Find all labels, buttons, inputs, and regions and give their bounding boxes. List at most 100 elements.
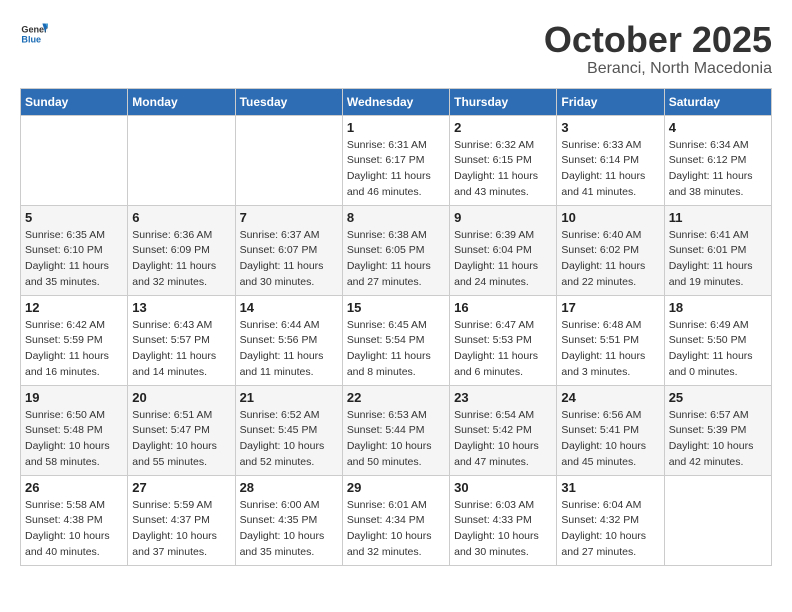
weekday-header-thursday: Thursday bbox=[450, 88, 557, 115]
day-number: 13 bbox=[132, 300, 230, 315]
calendar-cell: 28 Sunrise: 6:00 AMSunset: 4:35 PMDayligh… bbox=[235, 475, 342, 565]
day-info: Sunrise: 6:00 AMSunset: 4:35 PMDaylight:… bbox=[240, 498, 338, 561]
day-number: 24 bbox=[561, 390, 659, 405]
day-info: Sunrise: 6:50 AMSunset: 5:48 PMDaylight:… bbox=[25, 408, 123, 471]
main-title: October 2025 bbox=[544, 20, 772, 60]
day-info: Sunrise: 6:49 AMSunset: 5:50 PMDaylight:… bbox=[669, 318, 767, 381]
page-header: General Blue October 2025 Beranci, North… bbox=[20, 20, 772, 78]
day-number: 10 bbox=[561, 210, 659, 225]
calendar-cell: 9Sunrise: 6:39 AMSunset: 6:04 PMDaylight… bbox=[450, 205, 557, 295]
day-info: Sunrise: 6:57 AMSunset: 5:39 PMDaylight:… bbox=[669, 408, 767, 471]
day-number: 1 bbox=[347, 120, 445, 135]
week-row-1: 1Sunrise: 6:31 AMSunset: 6:17 PMDaylight… bbox=[21, 115, 772, 205]
day-info: Sunrise: 6:44 AMSunset: 5:56 PMDaylight:… bbox=[240, 318, 338, 381]
calendar-cell: 27Sunrise: 5:59 AMSunset: 4:37 PMDayligh… bbox=[128, 475, 235, 565]
subtitle: Beranci, North Macedonia bbox=[544, 60, 772, 78]
calendar-cell: 15 Sunrise: 6:45 AMSunset: 5:54 PMDayligh… bbox=[342, 295, 449, 385]
day-info: Sunrise: 5:59 AMSunset: 4:37 PMDaylight:… bbox=[132, 498, 230, 561]
logo-icon: General Blue bbox=[20, 20, 48, 48]
calendar-cell: 19 Sunrise: 6:50 AMSunset: 5:48 PMDayligh… bbox=[21, 385, 128, 475]
calendar-cell: 31 Sunrise: 6:04 AMSunset: 4:32 PMDayligh… bbox=[557, 475, 664, 565]
day-info: Sunrise: 6:33 AMSunset: 6:14 PMDaylight:… bbox=[561, 138, 659, 201]
calendar-cell: 22 Sunrise: 6:53 AMSunset: 5:44 PMDayligh… bbox=[342, 385, 449, 475]
day-number: 16 bbox=[454, 300, 552, 315]
calendar-cell: 8 Sunrise: 6:38 AMSunset: 6:05 PMDaylight… bbox=[342, 205, 449, 295]
day-info: Sunrise: 6:36 AMSunset: 6:09 PMDaylight:… bbox=[132, 228, 230, 291]
day-number: 8 bbox=[347, 210, 445, 225]
day-info: Sunrise: 6:48 AMSunset: 5:51 PMDaylight:… bbox=[561, 318, 659, 381]
calendar-cell: 1Sunrise: 6:31 AMSunset: 6:17 PMDaylight… bbox=[342, 115, 449, 205]
calendar-cell: 6 Sunrise: 6:36 AMSunset: 6:09 PMDaylight… bbox=[128, 205, 235, 295]
weekday-header-saturday: Saturday bbox=[664, 88, 771, 115]
day-number: 18 bbox=[669, 300, 767, 315]
day-number: 3 bbox=[561, 120, 659, 135]
day-number: 28 bbox=[240, 480, 338, 495]
week-row-5: 26 Sunrise: 5:58 AMSunset: 4:38 PMDayligh… bbox=[21, 475, 772, 565]
day-number: 26 bbox=[25, 480, 123, 495]
calendar-cell: 18 Sunrise: 6:49 AMSunset: 5:50 PMDayligh… bbox=[664, 295, 771, 385]
day-info: Sunrise: 6:41 AMSunset: 6:01 PMDaylight:… bbox=[669, 228, 767, 291]
calendar-cell: 13Sunrise: 6:43 AMSunset: 5:57 PMDayligh… bbox=[128, 295, 235, 385]
day-number: 6 bbox=[132, 210, 230, 225]
day-number: 4 bbox=[669, 120, 767, 135]
calendar-cell: 2 Sunrise: 6:32 AMSunset: 6:15 PMDaylight… bbox=[450, 115, 557, 205]
day-number: 19 bbox=[25, 390, 123, 405]
day-info: Sunrise: 6:54 AMSunset: 5:42 PMDaylight:… bbox=[454, 408, 552, 471]
day-info: Sunrise: 6:03 AMSunset: 4:33 PMDaylight:… bbox=[454, 498, 552, 561]
calendar-cell: 23 Sunrise: 6:54 AMSunset: 5:42 PMDayligh… bbox=[450, 385, 557, 475]
day-info: Sunrise: 6:34 AMSunset: 6:12 PMDaylight:… bbox=[669, 138, 767, 201]
weekday-header-monday: Monday bbox=[128, 88, 235, 115]
day-info: Sunrise: 6:37 AMSunset: 6:07 PMDaylight:… bbox=[240, 228, 338, 291]
day-number: 20 bbox=[132, 390, 230, 405]
day-info: Sunrise: 6:32 AMSunset: 6:15 PMDaylight:… bbox=[454, 138, 552, 201]
calendar-table: SundayMondayTuesdayWednesdayThursdayFrid… bbox=[20, 88, 772, 566]
weekday-header-wednesday: Wednesday bbox=[342, 88, 449, 115]
calendar-cell: 26 Sunrise: 5:58 AMSunset: 4:38 PMDayligh… bbox=[21, 475, 128, 565]
day-info: Sunrise: 6:56 AMSunset: 5:41 PMDaylight:… bbox=[561, 408, 659, 471]
day-info: Sunrise: 6:51 AMSunset: 5:47 PMDaylight:… bbox=[132, 408, 230, 471]
week-row-4: 19 Sunrise: 6:50 AMSunset: 5:48 PMDayligh… bbox=[21, 385, 772, 475]
calendar-cell: 20 Sunrise: 6:51 AMSunset: 5:47 PMDayligh… bbox=[128, 385, 235, 475]
calendar-cell: 16 Sunrise: 6:47 AMSunset: 5:53 PMDayligh… bbox=[450, 295, 557, 385]
calendar-cell: 3 Sunrise: 6:33 AMSunset: 6:14 PMDaylight… bbox=[557, 115, 664, 205]
day-number: 23 bbox=[454, 390, 552, 405]
weekday-header-friday: Friday bbox=[557, 88, 664, 115]
day-number: 15 bbox=[347, 300, 445, 315]
calendar-cell: 21 Sunrise: 6:52 AMSunset: 5:45 PMDayligh… bbox=[235, 385, 342, 475]
day-number: 2 bbox=[454, 120, 552, 135]
week-row-3: 12Sunrise: 6:42 AMSunset: 5:59 PMDayligh… bbox=[21, 295, 772, 385]
calendar-cell: 11Sunrise: 6:41 AMSunset: 6:01 PMDayligh… bbox=[664, 205, 771, 295]
day-info: Sunrise: 6:40 AMSunset: 6:02 PMDaylight:… bbox=[561, 228, 659, 291]
calendar-cell bbox=[21, 115, 128, 205]
weekday-header-sunday: Sunday bbox=[21, 88, 128, 115]
day-number: 31 bbox=[561, 480, 659, 495]
calendar-cell: 7 Sunrise: 6:37 AMSunset: 6:07 PMDaylight… bbox=[235, 205, 342, 295]
calendar-cell: 17Sunrise: 6:48 AMSunset: 5:51 PMDayligh… bbox=[557, 295, 664, 385]
day-number: 30 bbox=[454, 480, 552, 495]
day-number: 21 bbox=[240, 390, 338, 405]
calendar-cell: 29Sunrise: 6:01 AMSunset: 4:34 PMDayligh… bbox=[342, 475, 449, 565]
day-info: Sunrise: 6:45 AMSunset: 5:54 PMDaylight:… bbox=[347, 318, 445, 381]
day-number: 22 bbox=[347, 390, 445, 405]
day-info: Sunrise: 6:52 AMSunset: 5:45 PMDaylight:… bbox=[240, 408, 338, 471]
day-number: 29 bbox=[347, 480, 445, 495]
week-row-2: 5Sunrise: 6:35 AMSunset: 6:10 PMDaylight… bbox=[21, 205, 772, 295]
day-info: Sunrise: 5:58 AMSunset: 4:38 PMDaylight:… bbox=[25, 498, 123, 561]
calendar-cell: 5Sunrise: 6:35 AMSunset: 6:10 PMDaylight… bbox=[21, 205, 128, 295]
calendar-body: 1Sunrise: 6:31 AMSunset: 6:17 PMDaylight… bbox=[21, 115, 772, 565]
calendar-cell: 24 Sunrise: 6:56 AMSunset: 5:41 PMDayligh… bbox=[557, 385, 664, 475]
day-info: Sunrise: 6:47 AMSunset: 5:53 PMDaylight:… bbox=[454, 318, 552, 381]
day-number: 7 bbox=[240, 210, 338, 225]
weekday-header-row: SundayMondayTuesdayWednesdayThursdayFrid… bbox=[21, 88, 772, 115]
calendar-cell: 14Sunrise: 6:44 AMSunset: 5:56 PMDayligh… bbox=[235, 295, 342, 385]
calendar-cell: 4 Sunrise: 6:34 AMSunset: 6:12 PMDaylight… bbox=[664, 115, 771, 205]
calendar-cell: 30 Sunrise: 6:03 AMSunset: 4:33 PMDayligh… bbox=[450, 475, 557, 565]
day-info: Sunrise: 6:38 AMSunset: 6:05 PMDaylight:… bbox=[347, 228, 445, 291]
day-info: Sunrise: 6:04 AMSunset: 4:32 PMDaylight:… bbox=[561, 498, 659, 561]
calendar-cell bbox=[235, 115, 342, 205]
calendar-cell: 25Sunrise: 6:57 AMSunset: 5:39 PMDayligh… bbox=[664, 385, 771, 475]
title-block: October 2025 Beranci, North Macedonia bbox=[544, 20, 772, 78]
day-info: Sunrise: 6:35 AMSunset: 6:10 PMDaylight:… bbox=[25, 228, 123, 291]
day-number: 9 bbox=[454, 210, 552, 225]
day-info: Sunrise: 6:53 AMSunset: 5:44 PMDaylight:… bbox=[347, 408, 445, 471]
